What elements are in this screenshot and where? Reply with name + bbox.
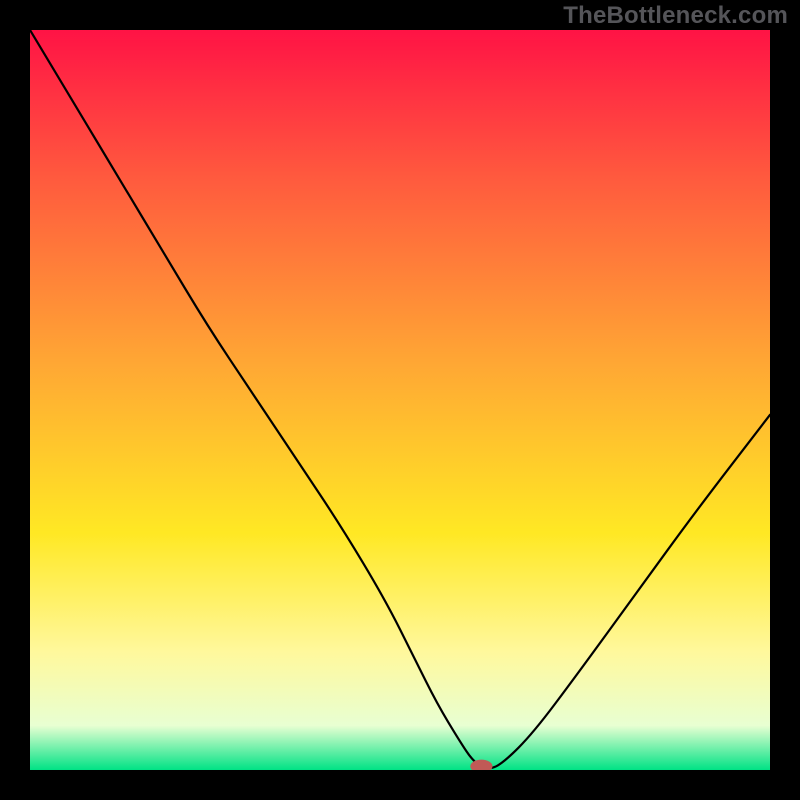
watermark-text: TheBottleneck.com	[563, 2, 788, 30]
gradient-background	[30, 30, 770, 770]
plot-area	[30, 30, 770, 770]
chart-frame: TheBottleneck.com	[0, 0, 800, 800]
chart-svg	[30, 30, 770, 770]
